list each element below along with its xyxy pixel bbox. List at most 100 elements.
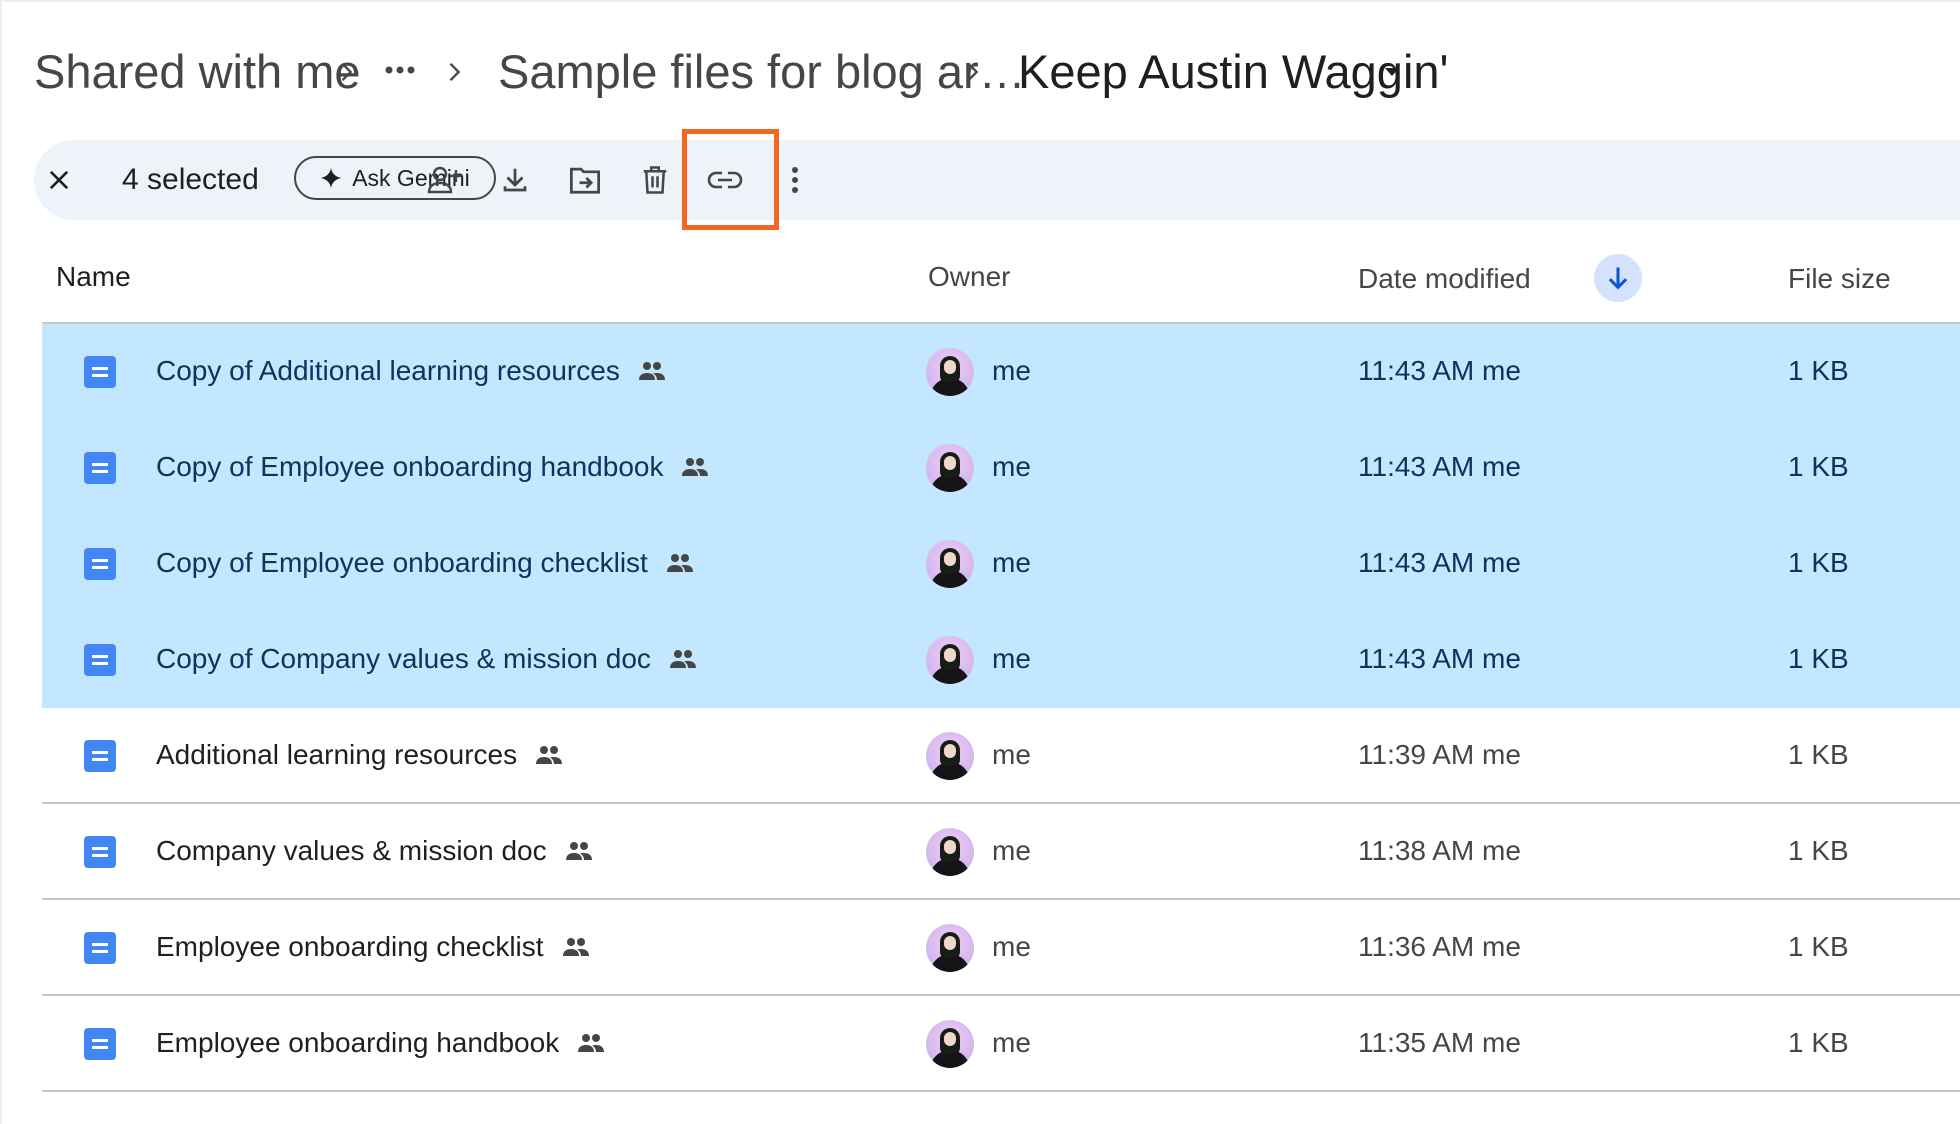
file-row[interactable]: Employee onboarding handbook me 11:35 AM m…: [42, 996, 1960, 1092]
column-file-size[interactable]: File size: [1788, 232, 1891, 326]
date-modified: 11:43 AM me: [1358, 643, 1521, 674]
google-doc-icon: [84, 932, 116, 964]
file-name[interactable]: Copy of Employee onboarding handbook: [156, 420, 663, 514]
add-person-icon: [427, 166, 462, 194]
trash-icon: [643, 166, 667, 194]
shared-people-icon: [681, 457, 709, 477]
shared-people-icon: [669, 649, 697, 669]
date-modified: 11:36 AM me: [1358, 931, 1521, 962]
google-doc-icon: [84, 740, 116, 772]
file-size: 1 KB: [1788, 1027, 1849, 1058]
breadcrumb-overflow-button[interactable]: [382, 40, 418, 100]
link-icon: [707, 171, 743, 189]
google-doc-icon: [84, 1028, 116, 1060]
file-name-cell: Copy of Employee onboarding checklist: [156, 516, 694, 610]
owner-name: me: [992, 547, 1031, 578]
move-button[interactable]: [550, 140, 620, 220]
shared-people-icon: [535, 745, 563, 765]
google-doc-icon: [84, 356, 116, 388]
file-row[interactable]: Copy of Employee onboarding checklist me 1…: [42, 516, 1960, 612]
breadcrumb-sample-files[interactable]: Sample files for blog ar…: [498, 42, 1026, 102]
file-row[interactable]: Employee onboarding checklist me 11:36 AM …: [42, 900, 1960, 996]
google-doc-icon: [84, 548, 116, 580]
file-name-cell: Employee onboarding checklist: [156, 900, 590, 994]
owner-avatar: [926, 1020, 974, 1068]
file-size: 1 KB: [1788, 643, 1849, 674]
file-row[interactable]: Copy of Company values & mission doc me 11…: [42, 612, 1960, 708]
file-name[interactable]: Copy of Additional learning resources: [156, 324, 620, 418]
selection-toolbar: 4 selected Ask Gemini: [34, 140, 1960, 220]
shared-people-icon: [577, 1033, 605, 1053]
owner-avatar: [926, 348, 974, 396]
file-name[interactable]: Copy of Employee onboarding checklist: [156, 516, 648, 610]
owner-name: me: [992, 931, 1031, 962]
google-doc-icon: [84, 452, 116, 484]
chevron-right-icon: [332, 58, 360, 86]
column-date-modified[interactable]: Date modified: [1358, 232, 1531, 326]
column-owner[interactable]: Owner: [928, 232, 1010, 322]
file-row[interactable]: Company values & mission doc me 11:38 AM m…: [42, 804, 1960, 900]
file-list: Copy of Additional learning resources me 1…: [42, 324, 1960, 1092]
column-name[interactable]: Name: [56, 232, 131, 322]
file-size: 1 KB: [1788, 931, 1849, 962]
shared-people-icon: [638, 361, 666, 381]
file-name-cell: Copy of Additional learning resources: [156, 324, 666, 418]
breadcrumb-shared-with-me[interactable]: Shared with me: [34, 42, 361, 102]
file-name[interactable]: Copy of Company values & mission doc: [156, 612, 651, 706]
file-name-cell: Employee onboarding handbook: [156, 996, 605, 1090]
owner-name: me: [992, 451, 1031, 482]
caret-down-icon[interactable]: [1380, 60, 1404, 84]
file-size: 1 KB: [1788, 547, 1849, 578]
more-vert-icon: [792, 167, 798, 193]
delete-button[interactable]: [620, 140, 690, 220]
move-to-folder-icon: [570, 167, 600, 194]
download-icon: [503, 168, 527, 192]
file-name[interactable]: Employee onboarding handbook: [156, 996, 559, 1090]
file-size: 1 KB: [1788, 739, 1849, 770]
file-name-cell: Additional learning resources: [156, 708, 563, 802]
file-row[interactable]: Copy of Employee onboarding handbook me 11…: [42, 420, 1960, 516]
date-modified: 11:39 AM me: [1358, 739, 1521, 770]
owner-name: me: [992, 643, 1031, 674]
file-row[interactable]: Copy of Additional learning resources me 1…: [42, 324, 1960, 420]
copy-link-button[interactable]: [690, 140, 760, 220]
file-name[interactable]: Employee onboarding checklist: [156, 900, 544, 994]
owner-avatar: [926, 828, 974, 876]
download-button[interactable]: [480, 140, 550, 220]
file-name[interactable]: Additional learning resources: [156, 708, 517, 802]
chevron-right-icon: [958, 58, 986, 86]
selection-count: 4 selected: [122, 163, 259, 196]
close-icon: [49, 170, 69, 190]
chevron-right-icon: [440, 58, 468, 86]
date-modified: 11:38 AM me: [1358, 835, 1521, 866]
file-size: 1 KB: [1788, 451, 1849, 482]
owner-avatar: [926, 732, 974, 780]
date-modified: 11:43 AM me: [1358, 547, 1521, 578]
file-size: 1 KB: [1788, 835, 1849, 866]
share-button[interactable]: [410, 140, 480, 220]
shared-people-icon: [562, 937, 590, 957]
owner-name: me: [992, 1027, 1031, 1058]
clear-selection-button[interactable]: [24, 140, 94, 220]
file-row[interactable]: Additional learning resources me 11:39 AM …: [42, 708, 1960, 804]
breadcrumb: Shared with me Sample files for blog ar……: [0, 0, 1960, 150]
owner-avatar: [926, 924, 974, 972]
owner-avatar: [926, 444, 974, 492]
arrow-down-icon: [1608, 267, 1628, 290]
owner-avatar: [926, 540, 974, 588]
more-actions-button[interactable]: [760, 140, 830, 220]
date-modified: 11:43 AM me: [1358, 451, 1521, 482]
owner-name: me: [992, 355, 1031, 386]
shared-people-icon: [565, 841, 593, 861]
sparkle-icon: [321, 167, 342, 189]
owner-name: me: [992, 739, 1031, 770]
page-edge: [0, 0, 2, 1124]
file-name[interactable]: Company values & mission doc: [156, 804, 547, 898]
file-size: 1 KB: [1788, 355, 1849, 386]
owner-avatar: [926, 636, 974, 684]
file-name-cell: Company values & mission doc: [156, 804, 593, 898]
date-modified: 11:35 AM me: [1358, 1027, 1521, 1058]
sort-direction-button[interactable]: [1594, 254, 1642, 302]
file-name-cell: Copy of Company values & mission doc: [156, 612, 697, 706]
shared-people-icon: [666, 553, 694, 573]
